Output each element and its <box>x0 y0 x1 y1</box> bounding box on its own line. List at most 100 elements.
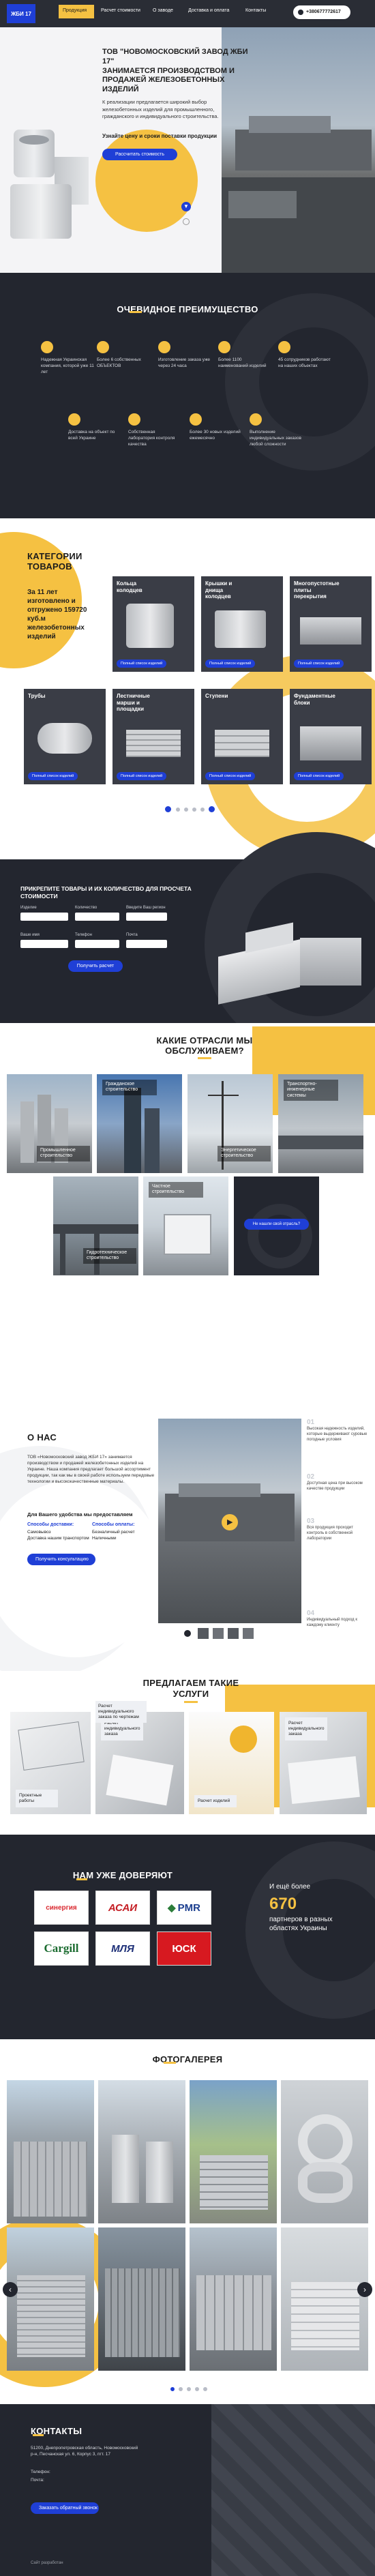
service-card[interactable]: Проектные работы <box>10 1712 91 1814</box>
card-button[interactable]: Полный список изделий <box>117 772 167 780</box>
prev-arrow-icon[interactable]: ‹ <box>3 2282 18 2297</box>
industry-card[interactable]: Промышленное строительство <box>7 1074 92 1173</box>
thumb[interactable] <box>198 1628 209 1639</box>
category-card[interactable]: Ступени Полный список изделий <box>201 689 283 784</box>
pagination-dot[interactable] <box>203 2387 207 2391</box>
thumb[interactable] <box>213 1628 224 1639</box>
industries-section: КАКИЕ ОТРАСЛИ МЫ ОБСЛУЖИВАЕМ? Промышленн… <box>0 1023 375 1405</box>
pagination-dot[interactable] <box>179 2387 183 2391</box>
about-section: О НАС ТОВ «Новомосковский завод ЖБИ 17» … <box>0 1405 375 1678</box>
people-icon <box>278 341 290 353</box>
region-select[interactable] <box>126 913 167 921</box>
card-button[interactable]: Полный список изделий <box>205 660 256 668</box>
category-card[interactable]: Фундаментные блоки Полный список изделий <box>290 689 372 784</box>
card-button[interactable]: Полный список изделий <box>294 772 344 780</box>
partner-logo: синергия <box>34 1891 89 1925</box>
pagination-dot[interactable] <box>170 2387 175 2391</box>
thumb-dot[interactable] <box>184 1630 191 1637</box>
category-card[interactable]: Многопустотные плиты перекрытия Полный с… <box>290 576 372 672</box>
mail-input[interactable] <box>126 940 167 948</box>
card-button[interactable]: Полный список изделий <box>28 772 78 780</box>
play-icon[interactable]: ▶ <box>222 1514 238 1530</box>
pagination-dot[interactable] <box>184 808 188 812</box>
map-icon <box>41 341 53 353</box>
scroll-down-icon[interactable]: ▼ <box>181 202 191 211</box>
service-label: Расчет изделий <box>194 1794 237 1807</box>
gallery-photo[interactable] <box>190 2080 277 2223</box>
get-calc-button[interactable]: Получить расчет <box>68 960 123 972</box>
pagination-dot[interactable] <box>209 806 215 812</box>
pagination-dot[interactable] <box>176 808 180 812</box>
card-button[interactable]: Полный список изделий <box>205 772 256 780</box>
nav-products[interactable]: Продукция <box>63 8 87 13</box>
advantages-title: ОЧЕВИДНОЕ ПРЕИМУЩЕСТВО <box>117 304 258 314</box>
advantage-item: Собственная лаборатория контроля качеств… <box>128 413 183 447</box>
map-area[interactable] <box>211 2404 375 2576</box>
advantage-item: Более 30 новых изделий ежемесячно <box>190 413 244 442</box>
pagination-dot[interactable] <box>200 808 205 812</box>
card-button[interactable]: Полный список изделий <box>117 660 167 668</box>
service-label: Проектные работы <box>16 1789 58 1807</box>
phone-button[interactable]: +380677772617 <box>293 5 350 19</box>
phone-input[interactable] <box>75 940 119 948</box>
advantage-item: Более 1100 наименований изделий <box>218 341 273 370</box>
card-button[interactable]: Полный список изделий <box>294 660 344 668</box>
category-card[interactable]: Крышки и днища колодцев Полный список из… <box>201 576 283 672</box>
advantage-item: Более 6 собственных ОБЪЕКТОВ <box>97 341 151 370</box>
gallery-photo[interactable] <box>281 2080 368 2223</box>
service-card[interactable]: Расчет индивидуального заказа <box>95 1712 184 1814</box>
page: { "header": { "logo_text": "ЖБИ 17", "na… <box>0 0 375 2576</box>
thumb[interactable] <box>243 1628 254 1639</box>
hero-subtitle: Узнайте цену и сроки поставки продукции <box>102 133 217 139</box>
title-accent <box>76 1878 87 1880</box>
services-section: ПРЕДЛАГАЕМ ТАКИЕ УСЛУГИ Проектные работы… <box>0 1671 375 1835</box>
contacts-phone-label: Телефон: <box>31 2470 50 2474</box>
pagination-dot[interactable] <box>165 806 171 812</box>
partner-logo: АСАИ <box>95 1891 150 1925</box>
pagination-dot[interactable] <box>195 2387 199 2391</box>
hero-yellow-circle <box>95 130 198 232</box>
gallery-photo[interactable] <box>98 2227 185 2371</box>
name-input[interactable] <box>20 940 68 948</box>
advantage-item: 45 сотрудников работают на наших объекта… <box>278 341 333 370</box>
nav-delivery[interactable]: Доставка и оплата <box>188 8 229 13</box>
partner-logo: Cargill <box>34 1931 89 1966</box>
consult-button[interactable]: Получить консультацию <box>27 1554 95 1565</box>
thumb[interactable] <box>228 1628 239 1639</box>
industry-card[interactable]: Энергетическое строительство <box>188 1074 273 1173</box>
title-accent <box>130 311 142 313</box>
nav-about[interactable]: О заводе <box>153 8 173 13</box>
industry-card[interactable]: Гидротехническое строительство <box>53 1176 138 1275</box>
rings-illustration <box>7 82 89 252</box>
find-industry-button[interactable]: Не нашли свой отрасль? <box>244 1219 309 1230</box>
gallery-photo[interactable] <box>7 2080 94 2223</box>
nav-price[interactable]: Расчет стоимости <box>101 8 140 13</box>
logo[interactable]: ЖБИ 17 <box>7 4 35 23</box>
about-feature: 03 Вся продукция проходит контроль в соб… <box>307 1518 354 1541</box>
slider-dot[interactable] <box>183 218 190 225</box>
service-card[interactable]: Расчет изделий <box>189 1712 274 1814</box>
nav-contacts[interactable]: Контакты <box>245 8 266 13</box>
gallery-photo[interactable] <box>98 2080 185 2223</box>
contacts-section: КОНТАКТЫ 51200, Днепропетровская область… <box>0 2404 375 2576</box>
gallery-photo[interactable] <box>7 2227 94 2371</box>
gallery-photo[interactable] <box>281 2227 368 2371</box>
partners-more-post: партнеров в разных областях Украины <box>269 1916 333 1932</box>
product-select[interactable] <box>20 913 68 921</box>
industry-card[interactable]: Частное строительство <box>143 1176 228 1275</box>
callback-button[interactable]: Заказать обратный звонок <box>31 2502 99 2514</box>
service-card[interactable]: Расчет индивидуального заказа <box>280 1712 367 1814</box>
pagination-dot[interactable] <box>187 2387 191 2391</box>
category-card[interactable]: Кольца колодцев Полный список изделий <box>112 576 194 672</box>
gallery-photo[interactable] <box>190 2227 277 2371</box>
category-card[interactable]: Лестничные марши и площадки Полный списо… <box>112 689 194 784</box>
industry-card[interactable]: Транспортно-инженерные системы <box>278 1074 363 1173</box>
industry-label: Частное строительство <box>149 1182 203 1198</box>
calc-price-button[interactable]: Рассчитать стоимость <box>102 149 177 160</box>
next-arrow-icon[interactable]: › <box>357 2282 372 2297</box>
pagination-dot[interactable] <box>192 808 196 812</box>
qty-input[interactable] <box>75 913 119 921</box>
industry-card[interactable]: Гражданское строительство <box>97 1074 182 1173</box>
category-card[interactable]: Трубы Полный список изделий <box>24 689 106 784</box>
clock-icon <box>158 341 170 353</box>
